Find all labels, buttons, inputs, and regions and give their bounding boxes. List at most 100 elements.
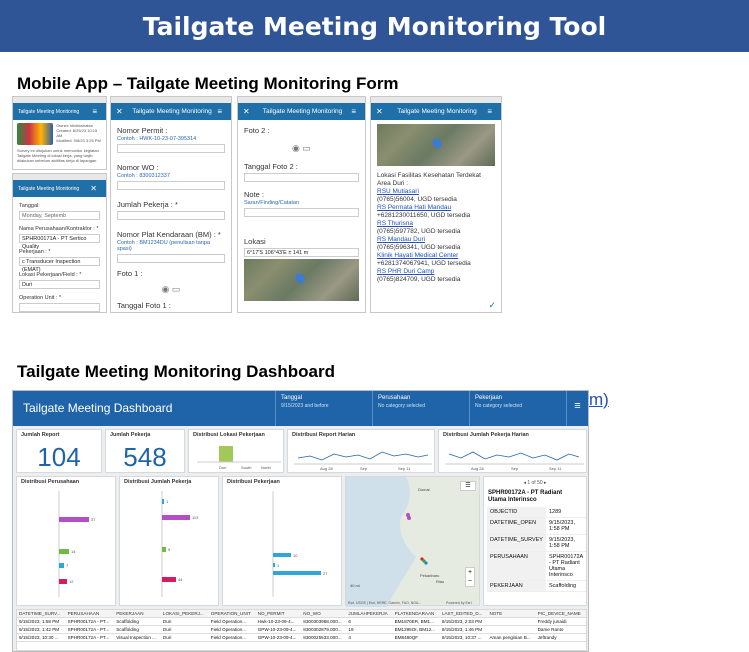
filter-perusahaan[interactable]: Perusahaan No category selected bbox=[372, 391, 469, 426]
column-header[interactable]: LAST_EDITED_D... bbox=[439, 610, 488, 618]
column-header[interactable]: PIC_DEVICE_NAME bbox=[535, 610, 586, 618]
record-row: OBJECTID 1289 bbox=[487, 507, 586, 518]
foto2-picker[interactable]: ◉ ▭ bbox=[238, 143, 365, 154]
permit-label: Nomor Permit : bbox=[117, 126, 168, 135]
app-bar: Tailgate Meeting Monitoring ≡ bbox=[13, 103, 106, 120]
column-header[interactable]: NOTE bbox=[487, 610, 536, 618]
filter-pekerjaan[interactable]: Pekerjaan No category selected bbox=[469, 391, 566, 426]
camera-icon[interactable]: ◉ bbox=[292, 143, 300, 153]
folder-icon[interactable]: ▭ bbox=[172, 284, 181, 294]
filter-tanggal[interactable]: Tanggal 9/15/2023 and before bbox=[275, 391, 372, 426]
bar bbox=[273, 553, 291, 557]
plat-input[interactable] bbox=[117, 254, 225, 263]
note-label: Note : bbox=[244, 190, 265, 199]
column-header[interactable]: JUMLAHPEKERJA bbox=[346, 610, 393, 618]
tgl-foto1-input[interactable] bbox=[117, 312, 225, 313]
dashboard-menu-icon[interactable]: ≡ bbox=[566, 391, 588, 426]
column-header[interactable]: PLATKENDARAAN bbox=[392, 610, 440, 618]
camera-icon[interactable]: ◉ bbox=[162, 284, 170, 294]
wo-input[interactable] bbox=[117, 181, 225, 190]
jumlah-label: Jumlah Pekerja : * bbox=[117, 200, 178, 209]
tick-label: Aug 28 bbox=[320, 466, 333, 471]
jumlah-input[interactable] bbox=[117, 211, 225, 220]
column-header[interactable]: NO_WO bbox=[301, 610, 347, 618]
facility-map[interactable] bbox=[377, 124, 495, 166]
menu-icon[interactable]: ≡ bbox=[351, 107, 360, 116]
close-icon[interactable]: ✕ bbox=[116, 107, 127, 116]
tick-label: Sep bbox=[511, 466, 519, 471]
record-pager[interactable]: ◂ 1 of 50 ▸ bbox=[484, 477, 586, 489]
lokasi-input[interactable]: Duri bbox=[19, 280, 100, 289]
map-zoom-control[interactable]: + − bbox=[465, 567, 475, 587]
bar-label: 27 bbox=[323, 571, 328, 576]
facility-link[interactable]: RS PHR Duri Camp bbox=[377, 268, 495, 276]
table-cell: 9/15/2023, 1:46 PM bbox=[439, 625, 488, 634]
table-cell: 9/15/2023, 10:30 ... bbox=[17, 633, 66, 642]
dashboard-map[interactable]: Dumai Pekanbaru Riau 40 mi Esri, USGS | … bbox=[345, 476, 481, 607]
dist-lokasi-chart: Duri South North bbox=[197, 446, 281, 470]
table-row[interactable]: 9/15/2023, 10:30 ... SPHR00172A - PT... Vi… bbox=[17, 633, 586, 642]
table-cell: 8300303968.000... bbox=[301, 617, 347, 626]
close-icon[interactable]: ✕ bbox=[243, 107, 254, 116]
survey-description: Survey ini ditujukan untuk memonitor keg… bbox=[17, 148, 99, 163]
bar-label: 1 bbox=[166, 499, 169, 504]
location-map[interactable] bbox=[244, 259, 359, 301]
facility-heading: Lokasi Fasilitas Kesehatan Terdekat Area… bbox=[377, 172, 481, 187]
data-table-panel: DATETIME_SURV... PERUSAHAAN PEKERJAAN LO… bbox=[16, 609, 587, 651]
menu-icon[interactable]: ≡ bbox=[217, 107, 226, 116]
foto1-picker[interactable]: ◉ ▭ bbox=[111, 284, 231, 295]
menu-icon[interactable]: ≡ bbox=[92, 107, 101, 116]
facility-link[interactable]: RSU Mutiasari bbox=[377, 188, 495, 196]
pekerjaan-select[interactable]: c Transducer Inspection (EMAT) bbox=[19, 257, 100, 273]
map-layers-icon[interactable]: ☰ bbox=[460, 481, 476, 491]
column-header[interactable]: PERUSAHAAN bbox=[65, 610, 115, 618]
bar bbox=[59, 549, 69, 554]
map-canvas[interactable]: Dumai Pekanbaru Riau 40 mi Esri, USGS | … bbox=[346, 477, 481, 607]
column-header[interactable]: PEKERJAAN bbox=[114, 610, 161, 618]
column-header[interactable]: LOKASI_PEKERJ... bbox=[160, 610, 209, 618]
facility-link[interactable]: RS Mandau Duri bbox=[377, 236, 495, 244]
bar bbox=[273, 571, 321, 575]
tgl-foto2-input[interactable] bbox=[244, 173, 359, 182]
record-detail-panel: ◂ 1 of 50 ▸ SPHR00172A - PT Radiant Utam… bbox=[483, 476, 587, 606]
app-bar: Tailgate Meeting Monitoring ✕ bbox=[13, 180, 106, 197]
dashboard-section-title: Tailgate Meeting Monitoring Dashboard bbox=[17, 362, 335, 381]
tick-label: South bbox=[241, 465, 251, 470]
table-row[interactable]: 9/15/2023, 1:42 PM SPHR00172A - PT... Scaf… bbox=[17, 625, 586, 634]
perusahaan-select[interactable]: SPHR00171A - PT Sertico Quality bbox=[19, 234, 100, 250]
column-header[interactable]: DATETIME_SURV... bbox=[17, 610, 66, 618]
record-title: SPHR00172A - PT Radiant Utama Interinsco bbox=[488, 490, 563, 503]
menu-icon[interactable]: ≡ bbox=[487, 107, 496, 116]
series-line bbox=[448, 451, 580, 461]
coords-field[interactable]: 6°17'S 106°43'E ± 141 m bbox=[244, 248, 359, 257]
column-header[interactable]: NO_PERMIT bbox=[255, 610, 302, 618]
zoom-out-icon[interactable]: − bbox=[468, 578, 472, 585]
facility-link[interactable]: RS Thurisna bbox=[377, 220, 495, 228]
jumlah-report-value: 104 bbox=[37, 442, 81, 472]
plat-label: Nomor Plat Kendaraan (BM) : * bbox=[117, 230, 221, 239]
lokasi-label: Lokasi bbox=[244, 237, 266, 246]
map-label: Dumai bbox=[418, 487, 430, 492]
table-row[interactable]: 9/15/2023, 1:58 PM SPHR00172A - PT... Scaf… bbox=[17, 617, 586, 626]
column-header[interactable]: OPERATION_UNIT bbox=[208, 610, 256, 618]
bar bbox=[162, 515, 190, 520]
folder-icon[interactable]: ▭ bbox=[302, 143, 311, 153]
table-cell: GPW-10-23-09-4... bbox=[255, 633, 302, 642]
note-input[interactable] bbox=[244, 208, 359, 217]
permit-input[interactable] bbox=[117, 144, 225, 153]
bar-label: 44 bbox=[178, 577, 183, 582]
close-icon[interactable]: ✕ bbox=[376, 107, 387, 116]
close-icon[interactable]: ✕ bbox=[90, 184, 101, 193]
side-link[interactable]: m) bbox=[589, 390, 609, 410]
facility-link[interactable]: Klinik Hayati Medical Center bbox=[377, 252, 495, 260]
table-cell: 9/15/2023, 10:37 ... bbox=[439, 633, 488, 642]
facility-info: +6281230011650, UGD tersedia bbox=[377, 212, 471, 219]
zoom-in-icon[interactable]: + bbox=[468, 569, 472, 576]
facility-link[interactable]: RS Permata Hati Mandau bbox=[377, 204, 495, 212]
submit-check-icon[interactable]: ✓ bbox=[488, 300, 496, 311]
table-cell: Scaffolding bbox=[114, 617, 161, 626]
tanggal-input[interactable]: Monday, Septemb bbox=[19, 211, 100, 220]
unit-select[interactable] bbox=[19, 303, 100, 312]
filter-label: Pekerjaan bbox=[475, 395, 503, 401]
record-table: OBJECTID 1289 DATETIME_OPEN 9/15/2023, 1:5… bbox=[487, 507, 586, 592]
